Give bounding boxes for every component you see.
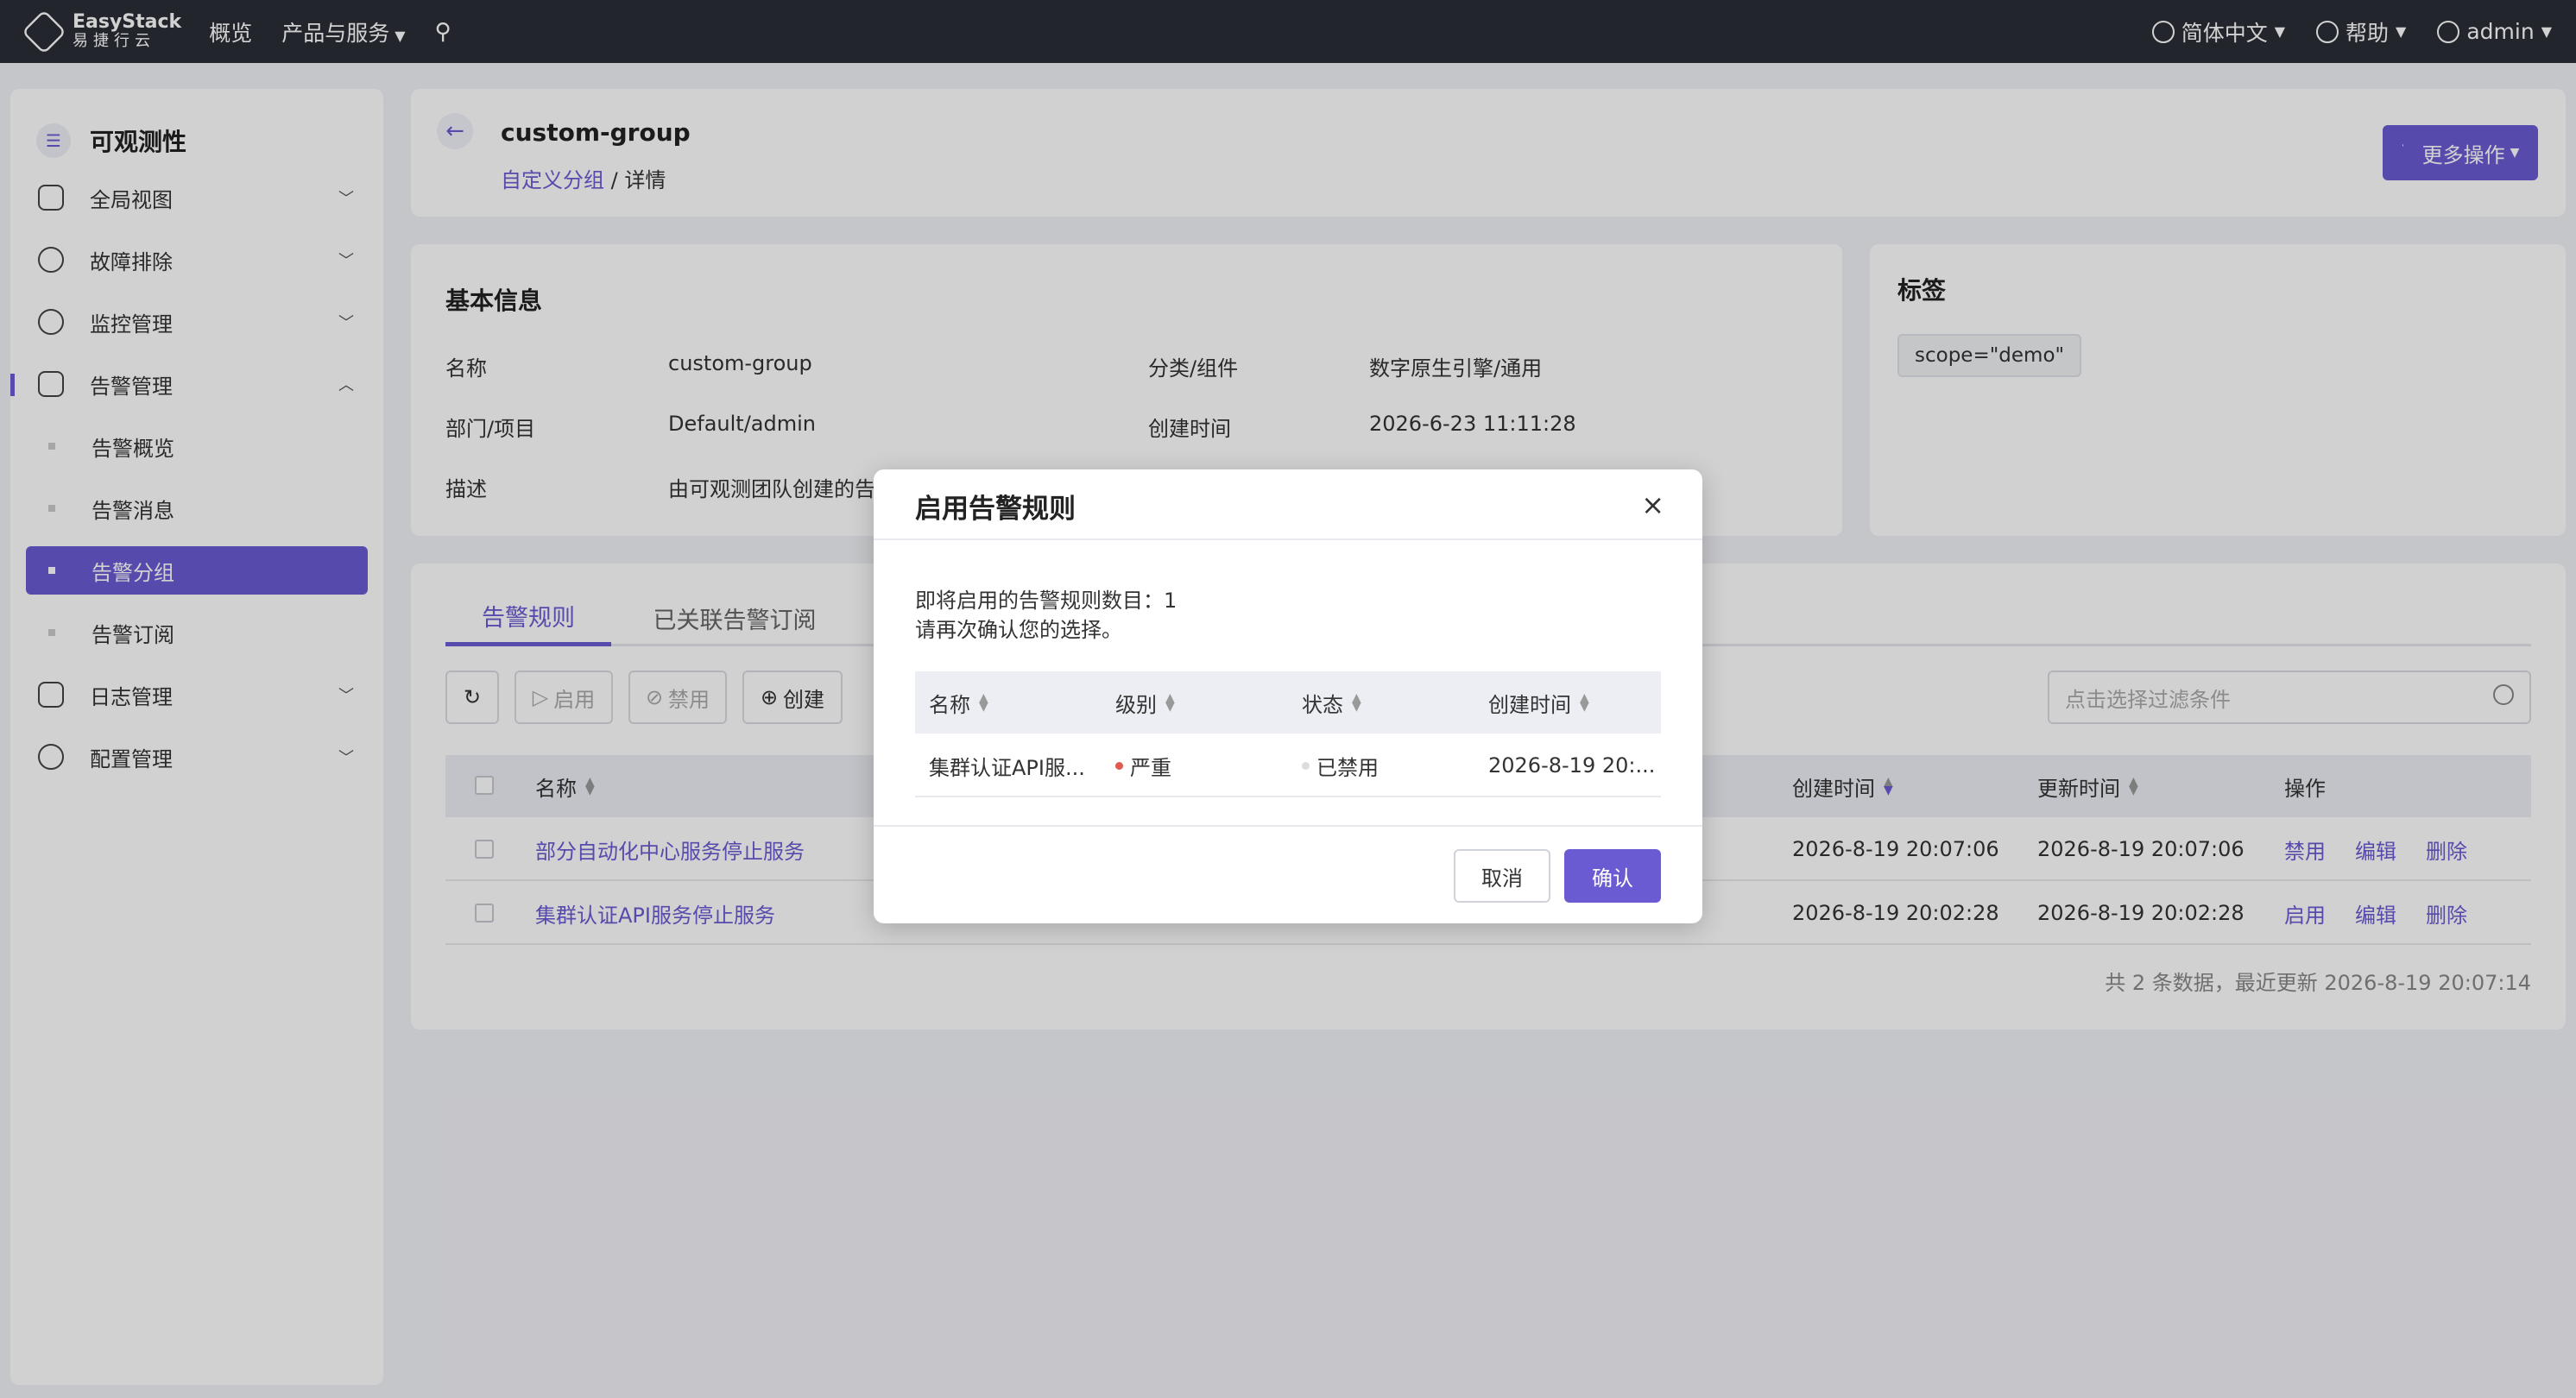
sort-icon: ▲ ▼ — [979, 691, 988, 714]
dialog-table-header: 名称 ▲ ▼ 级别 ▲ ▼ 状态 ▲ ▼ 创建时间 ▲ ▼ — [915, 671, 1661, 734]
severity-cell: 严重 — [1115, 734, 1171, 797]
created-time: 2026-8-19 20:... — [1488, 753, 1656, 778]
status-label: 已禁用 — [1316, 755, 1379, 780]
dialog-table-row: 集群认证API服... 严重 已禁用 2026-8-19 20:... — [915, 734, 1661, 797]
close-icon[interactable]: × — [1641, 488, 1664, 521]
severity-dot-icon — [1115, 761, 1123, 770]
status-cell: 已禁用 — [1302, 734, 1379, 797]
sort-icon: ▲ ▼ — [1580, 691, 1589, 714]
column-label: 状态 — [1302, 692, 1343, 717]
cancel-button[interactable]: 取消 — [1454, 849, 1550, 903]
column-header-name[interactable]: 名称 ▲ ▼ — [929, 671, 988, 734]
dialog-title: 启用告警规则 — [915, 494, 1076, 525]
divider — [874, 538, 1702, 540]
column-label: 级别 — [1115, 692, 1157, 717]
column-header-created[interactable]: 创建时间 ▲ ▼ — [1488, 671, 1589, 734]
column-label: 名称 — [929, 692, 970, 717]
confirm-button[interactable]: 确认 — [1564, 849, 1661, 903]
sort-icon: ▲ ▼ — [1165, 691, 1175, 714]
enable-rules-dialog: 启用告警规则 × 即将启用的告警规则数目：1 请再次确认您的选择。 名称 ▲ ▼ 级… — [874, 469, 1702, 923]
dialog-message-confirm: 请再次确认您的选择。 — [915, 618, 1122, 642]
column-header-status[interactable]: 状态 ▲ ▼ — [1302, 671, 1361, 734]
severity-label: 严重 — [1130, 755, 1171, 780]
divider — [874, 825, 1702, 827]
dialog-message-count: 即将启用的告警规则数目：1 — [915, 589, 1178, 613]
rule-name: 集群认证API服... — [929, 755, 1085, 780]
column-header-level[interactable]: 级别 ▲ ▼ — [1115, 671, 1175, 734]
status-dot-icon — [1302, 761, 1310, 770]
column-label: 创建时间 — [1488, 692, 1571, 717]
sort-icon: ▲ ▼ — [1352, 691, 1361, 714]
